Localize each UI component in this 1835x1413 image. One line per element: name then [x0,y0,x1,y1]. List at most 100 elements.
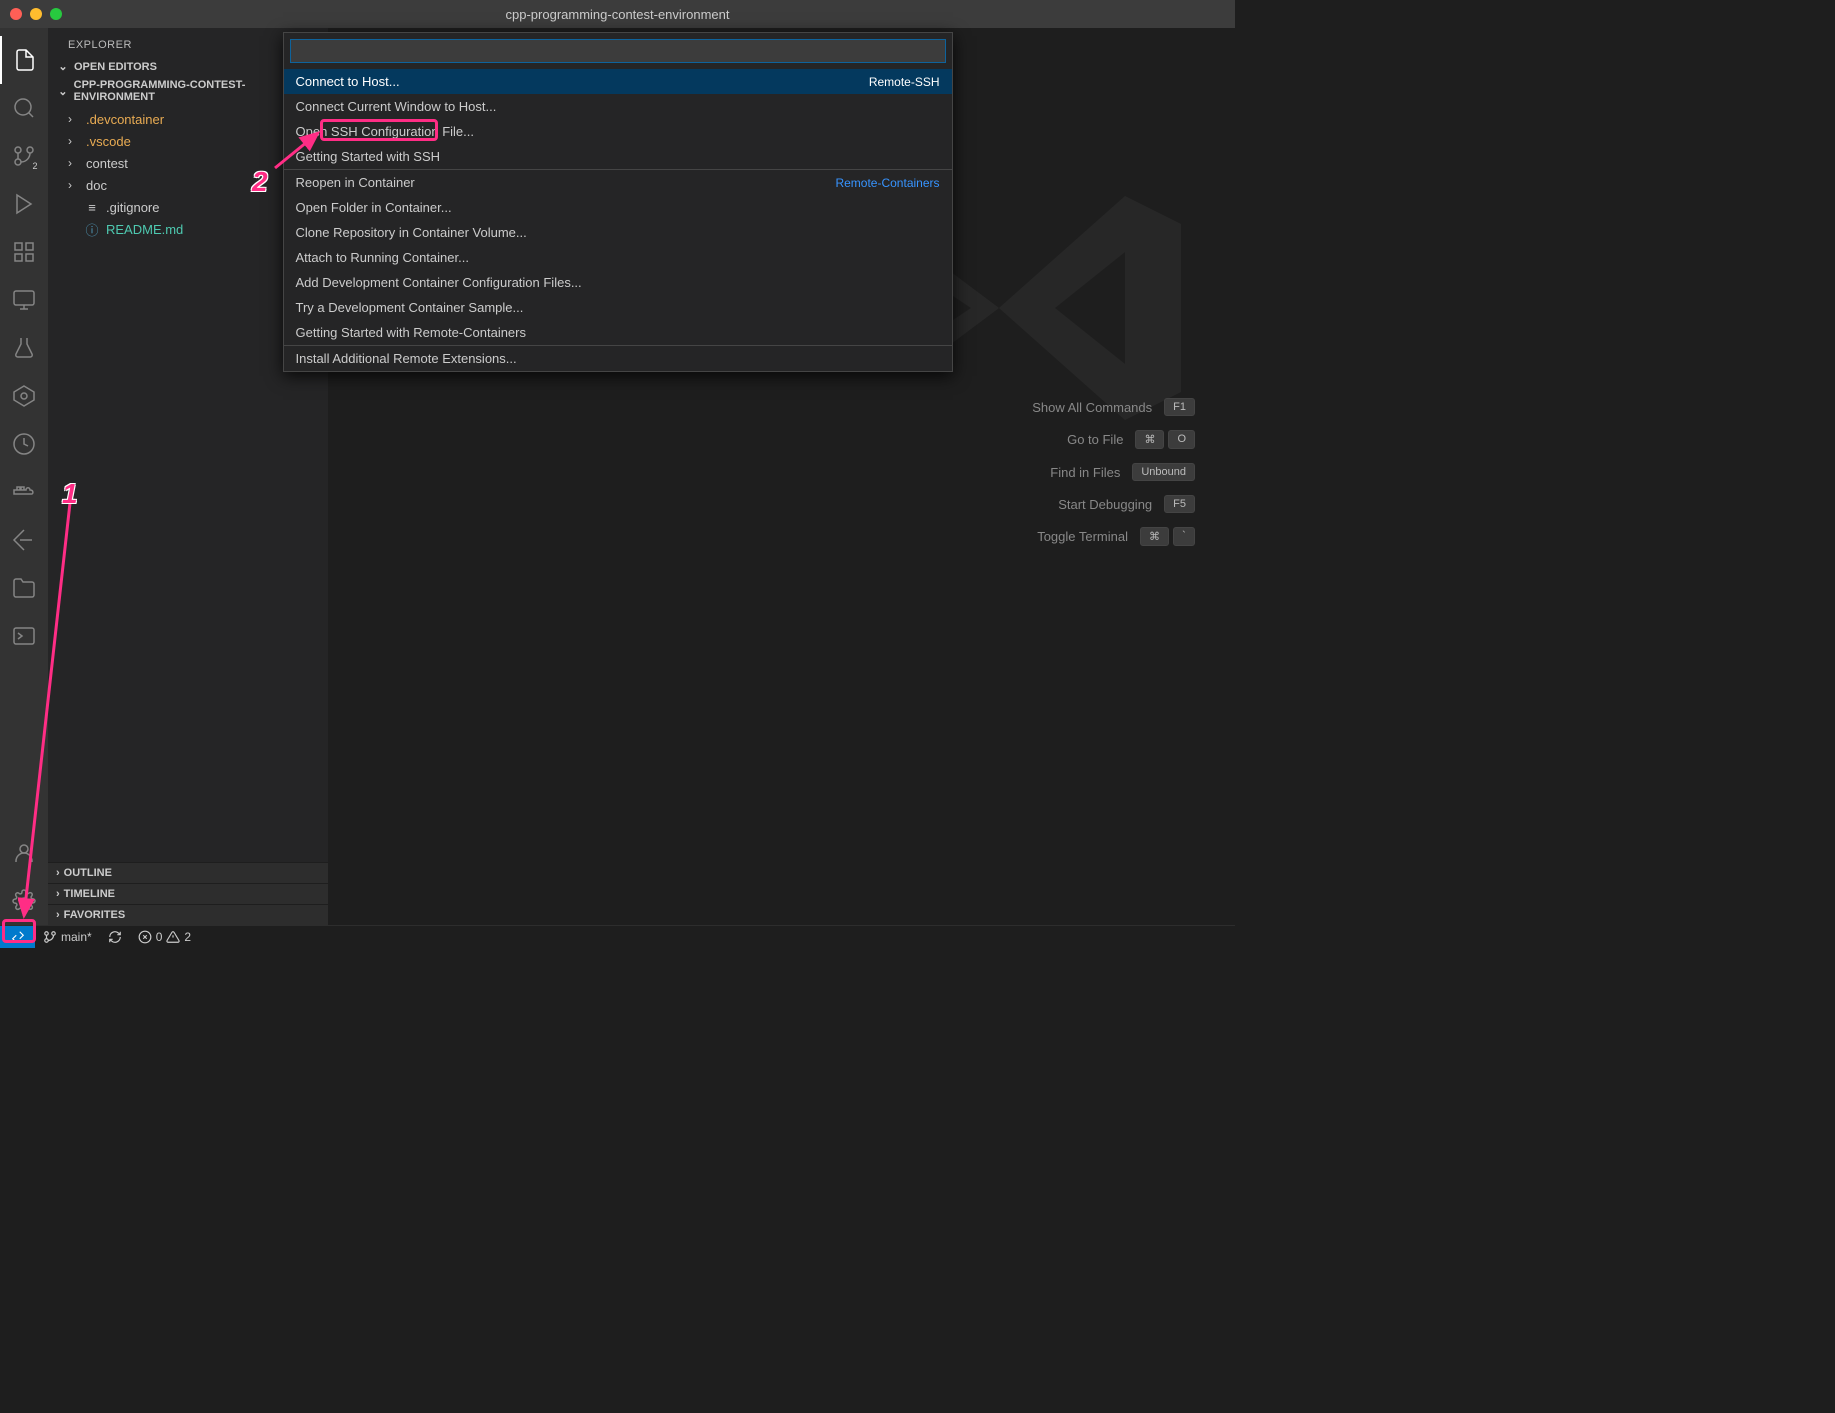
explorer-activity-icon[interactable] [0,36,48,84]
shortcut-label: Toggle Terminal [1037,529,1128,544]
folder-activity-icon[interactable] [0,564,48,612]
shortcut-label: Find in Files [1050,465,1120,480]
palette-item[interactable]: Attach to Running Container... [284,245,952,270]
git-branch-status[interactable]: main* [35,926,100,947]
palette-item-label: Getting Started with SSH [296,149,441,164]
shortcut-label: Go to File [1067,432,1123,447]
palette-item-label: Add Development Container Configuration … [296,275,582,290]
settings-activity-icon[interactable] [0,877,48,925]
command-palette-list: Connect to Host... Remote-SSH Connect Curr… [284,69,952,371]
chevron-down-icon: ⌄ [56,85,70,98]
palette-item-category: Remote-SSH [869,75,940,89]
status-bar: main* 0 2 [0,925,1235,947]
shortcut-show-commands: Show All Commands F1 [1032,398,1195,416]
testing-activity-icon[interactable] [0,324,48,372]
palette-item[interactable]: Connect to Host... Remote-SSH [284,69,952,94]
timeline-section[interactable]: › TIMELINE [48,883,328,904]
extensions-activity-icon[interactable] [0,228,48,276]
favorites-section[interactable]: ›FAVORITES [48,904,328,925]
shortcut-toggle-terminal: Toggle Terminal ⌘` [1037,527,1195,546]
accounts-activity-icon[interactable] [0,829,48,877]
remote-indicator[interactable] [0,926,35,948]
palette-item-label: Clone Repository in Container Volume... [296,225,527,240]
tree-item-label: contest [86,156,128,171]
gitlens-activity-icon[interactable] [0,420,48,468]
minimize-window-icon[interactable] [30,8,42,20]
tree-item-label: README.md [106,222,183,237]
palette-item[interactable]: Getting Started with Remote-Containers [284,320,952,345]
go-activity-icon[interactable] [0,516,48,564]
key-hint: F5 [1164,495,1195,513]
welcome-shortcuts: Show All CommandsF1 Go to File⌘O Find in… [1032,398,1195,546]
terminal-activity-icon[interactable] [0,612,48,660]
palette-item-label: Open SSH Configuration File... [296,124,474,139]
remote-explorer-activity-icon[interactable] [0,276,48,324]
chevron-right-icon: › [68,178,80,192]
errors-count: 0 [156,930,163,944]
tree-item-label: doc [86,178,107,193]
palette-item-label: Try a Development Container Sample... [296,300,524,315]
tree-item-label: .gitignore [106,200,159,215]
problems-status[interactable]: 0 2 [130,926,199,947]
palette-item[interactable]: Open Folder in Container... [284,195,952,220]
window-title: cpp-programming-contest-environment [506,7,730,22]
titlebar: cpp-programming-contest-environment [0,0,1235,28]
palette-item-label: Attach to Running Container... [296,250,469,265]
window-controls [10,8,62,20]
palette-item-label: Install Additional Remote Extensions... [296,351,517,366]
shortcut-label: Show All Commands [1032,400,1152,415]
command-palette: Connect to Host... Remote-SSH Connect Curr… [283,32,953,372]
command-palette-input[interactable] [290,39,946,63]
palette-item[interactable]: Open SSH Configuration File... [284,119,952,144]
palette-item[interactable]: Getting Started with SSH [284,144,952,169]
favorites-label: FAVORITES [64,909,126,921]
docker-activity-icon[interactable] [0,468,48,516]
palette-item[interactable]: Reopen in ContainerRemote-Containers [284,170,952,195]
palette-item-label: Connect Current Window to Host... [296,99,497,114]
shortcut-label: Start Debugging [1058,497,1152,512]
chevron-right-icon: › [68,112,80,126]
info-icon: ⓘ [84,220,100,239]
palette-item[interactable]: Connect Current Window to Host... [284,94,952,119]
scm-badge: 2 [30,160,40,172]
shortcut-go-to-file: Go to File ⌘O [1067,430,1195,449]
key-hint: Unbound [1132,463,1195,481]
chevron-down-icon: ⌄ [56,60,70,73]
activity-bar: 2 [0,28,48,925]
outline-label: OUTLINE [64,867,112,879]
palette-item-label: Connect to Host... [296,74,400,89]
sync-status[interactable] [100,926,130,947]
key-hint: ` [1173,527,1195,546]
key-hint: ⌘ [1135,430,1164,449]
key-hint: F1 [1164,398,1195,416]
chevron-right-icon: › [68,134,80,148]
open-editors-label: OPEN EDITORS [74,61,157,73]
outline-section[interactable]: › OUTLINE [48,862,328,883]
palette-item-category: Remote-Containers [835,176,939,190]
key-hint: O [1168,430,1195,449]
shortcut-start-debugging: Start Debugging F5 [1058,495,1195,513]
chevron-right-icon: › [56,888,60,900]
palette-item[interactable]: Install Additional Remote Extensions... [284,346,952,371]
maximize-window-icon[interactable] [50,8,62,20]
key-hint: ⌘ [1140,527,1169,546]
palette-item[interactable]: Try a Development Container Sample... [284,295,952,320]
branch-name: main* [61,930,92,944]
timeline-label: TIMELINE [64,888,115,900]
chevron-right-icon: › [56,867,60,879]
palette-item[interactable]: Add Development Container Configuration … [284,270,952,295]
shortcut-find-in-files: Find in Files Unbound [1050,463,1195,481]
kubernetes-activity-icon[interactable] [0,372,48,420]
palette-item-label: Open Folder in Container... [296,200,452,215]
palette-item[interactable]: Clone Repository in Container Volume... [284,220,952,245]
chevron-right-icon: › [68,156,80,170]
warnings-count: 2 [184,930,191,944]
close-window-icon[interactable] [10,8,22,20]
tree-item-label: .devcontainer [86,112,164,127]
search-activity-icon[interactable] [0,84,48,132]
run-debug-activity-icon[interactable] [0,180,48,228]
source-control-activity-icon[interactable]: 2 [0,132,48,180]
tree-item-label: .vscode [86,134,131,149]
sidebar-title-label: EXPLORER [68,39,132,51]
palette-item-label: Getting Started with Remote-Containers [296,325,527,340]
